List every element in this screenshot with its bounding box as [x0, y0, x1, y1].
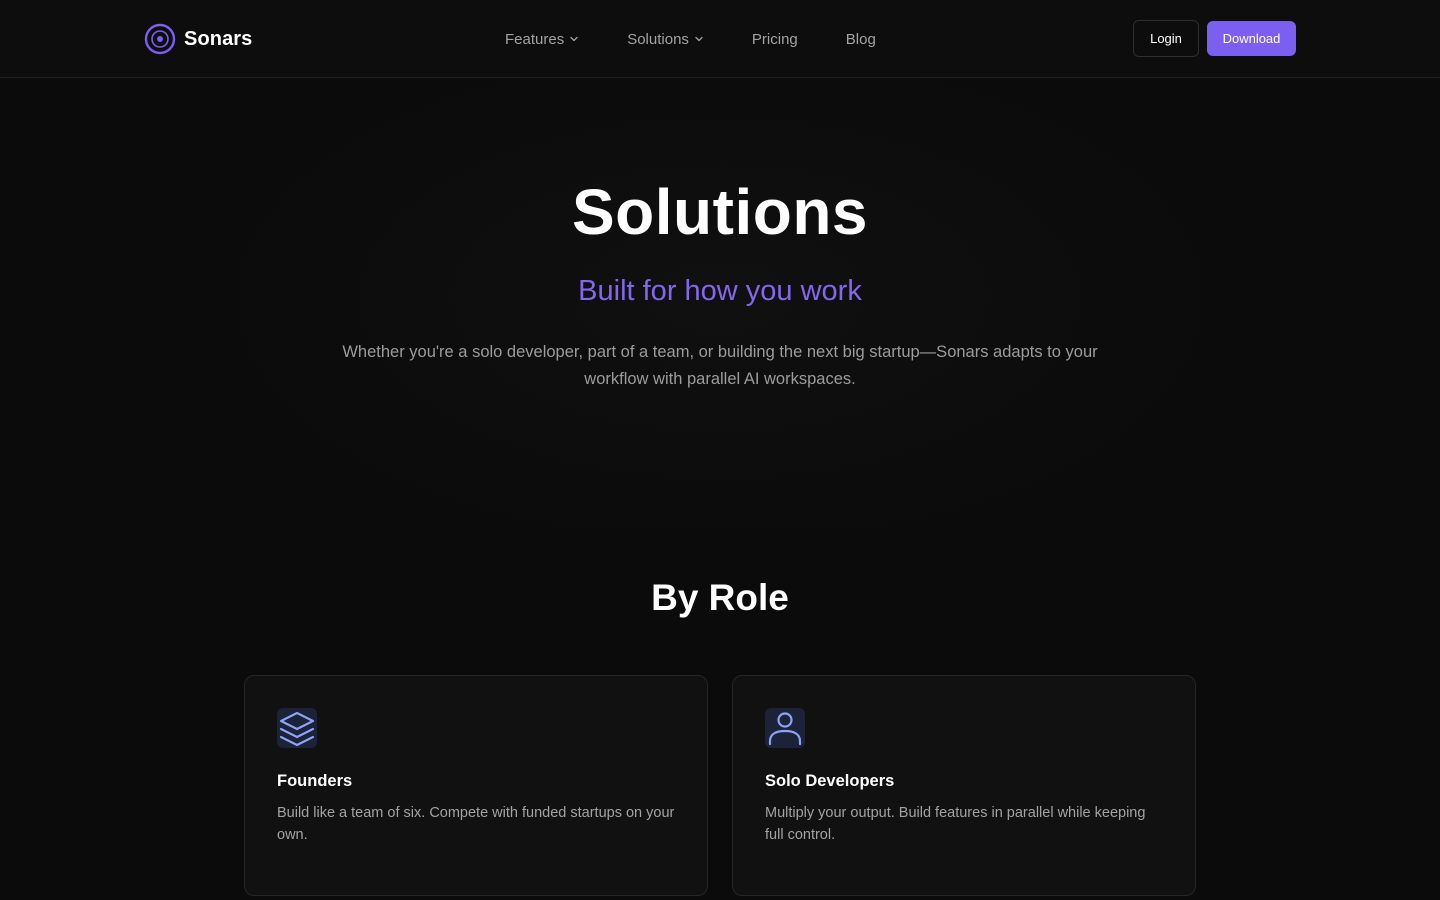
brand-name: Sonars: [184, 27, 253, 50]
hero-subtitle: Built for how you work: [578, 275, 862, 307]
sonar-target-icon: [144, 23, 176, 55]
section-title-by-role: By Role: [651, 577, 789, 618]
download-button[interactable]: Download: [1207, 21, 1296, 56]
chevron-down-icon: [570, 36, 578, 42]
card-title: Solo Developers: [765, 772, 895, 790]
top-navbar: Sonars Features Solutions Pricing Blog L…: [0, 0, 1440, 78]
login-button[interactable]: Login: [1133, 20, 1199, 57]
nav-item-pricing[interactable]: Pricing: [752, 31, 798, 48]
user-icon: [765, 708, 805, 748]
page-title: Solutions: [571, 176, 869, 248]
nav-item-blog[interactable]: Blog: [846, 31, 876, 48]
role-card-founders[interactable]: Founders Build like a team of six. Compe…: [244, 675, 708, 896]
nav-item-solutions[interactable]: Solutions: [627, 31, 704, 48]
nav-item-label: Features: [505, 30, 565, 48]
nav-item-label: Solutions: [627, 30, 689, 48]
chevron-down-icon: [695, 36, 703, 42]
card-description: Multiply your output. Build features in …: [765, 805, 1146, 843]
card-title: Founders: [277, 772, 353, 790]
layers-icon: [277, 708, 317, 748]
nav-item-features[interactable]: Features: [505, 31, 579, 48]
nav-item-label: Blog: [845, 30, 876, 48]
brand-home-link[interactable]: Sonars: [144, 22, 252, 56]
hero-section: Solutions Built for how you work Whether…: [0, 78, 1440, 528]
main-nav: Features Solutions Pricing Blog: [505, 28, 876, 50]
hero-description: Whether you're a solo developer, part of…: [342, 343, 1098, 388]
role-card-solo-developers[interactable]: Solo Developers Multiply your output. Bu…: [732, 675, 1196, 896]
card-description: Build like a team of six. Compete with f…: [277, 805, 675, 843]
nav-item-label: Pricing: [751, 30, 798, 48]
